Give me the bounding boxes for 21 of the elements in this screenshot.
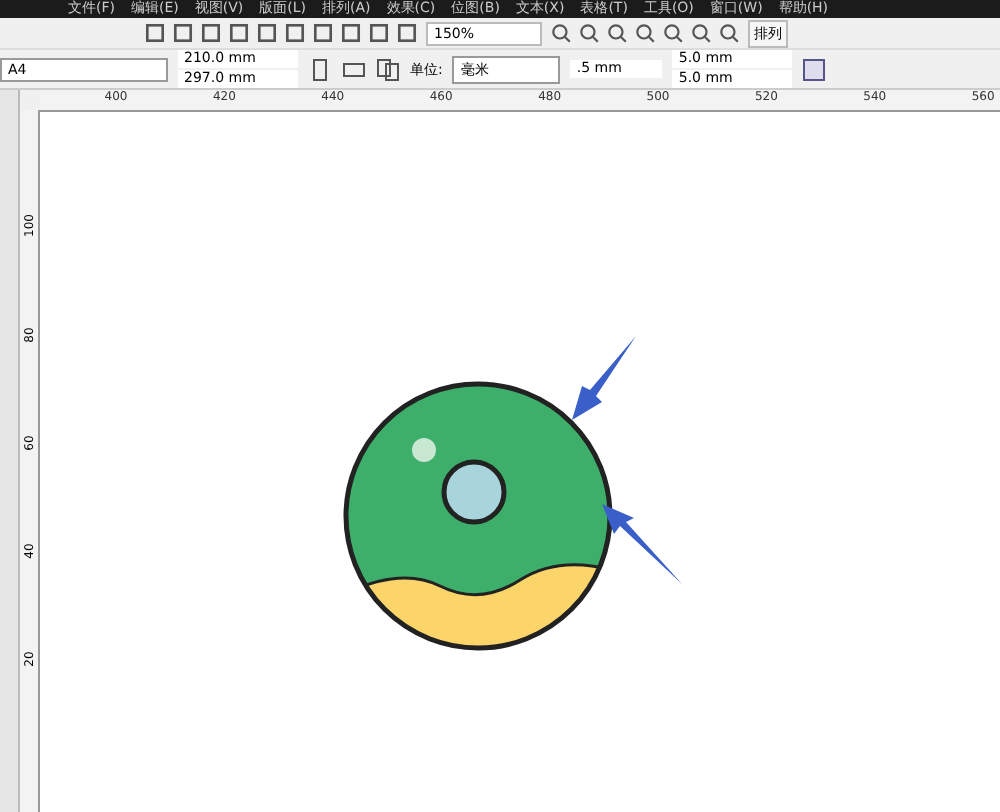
toolbar-icon[interactable] xyxy=(340,22,362,45)
toolbar-icon[interactable] xyxy=(200,22,222,45)
zoom-icon[interactable] xyxy=(690,22,712,45)
zoom-icon[interactable] xyxy=(718,22,740,45)
landscape-icon[interactable] xyxy=(342,57,366,81)
toolbar-icon[interactable] xyxy=(172,22,194,45)
arrow-icon xyxy=(572,336,636,420)
toolbar-icon[interactable] xyxy=(312,22,334,45)
toolbar-icon[interactable] xyxy=(228,22,250,45)
toolbar-icon[interactable] xyxy=(284,22,306,45)
zoom-icon[interactable] xyxy=(634,22,656,45)
toolbar-icon[interactable] xyxy=(396,22,418,45)
zoom-icon[interactable] xyxy=(606,22,628,45)
toolbar-icon[interactable] xyxy=(256,22,278,45)
portrait-icon[interactable] xyxy=(308,57,332,81)
arrow-icon xyxy=(602,504,682,584)
zoom-icon[interactable] xyxy=(578,22,600,45)
toolbar-icon[interactable] xyxy=(144,22,166,45)
zoom-icon[interactable] xyxy=(662,22,684,45)
toolbar-icon[interactable] xyxy=(368,22,390,45)
zoom-icon[interactable] xyxy=(550,22,572,45)
